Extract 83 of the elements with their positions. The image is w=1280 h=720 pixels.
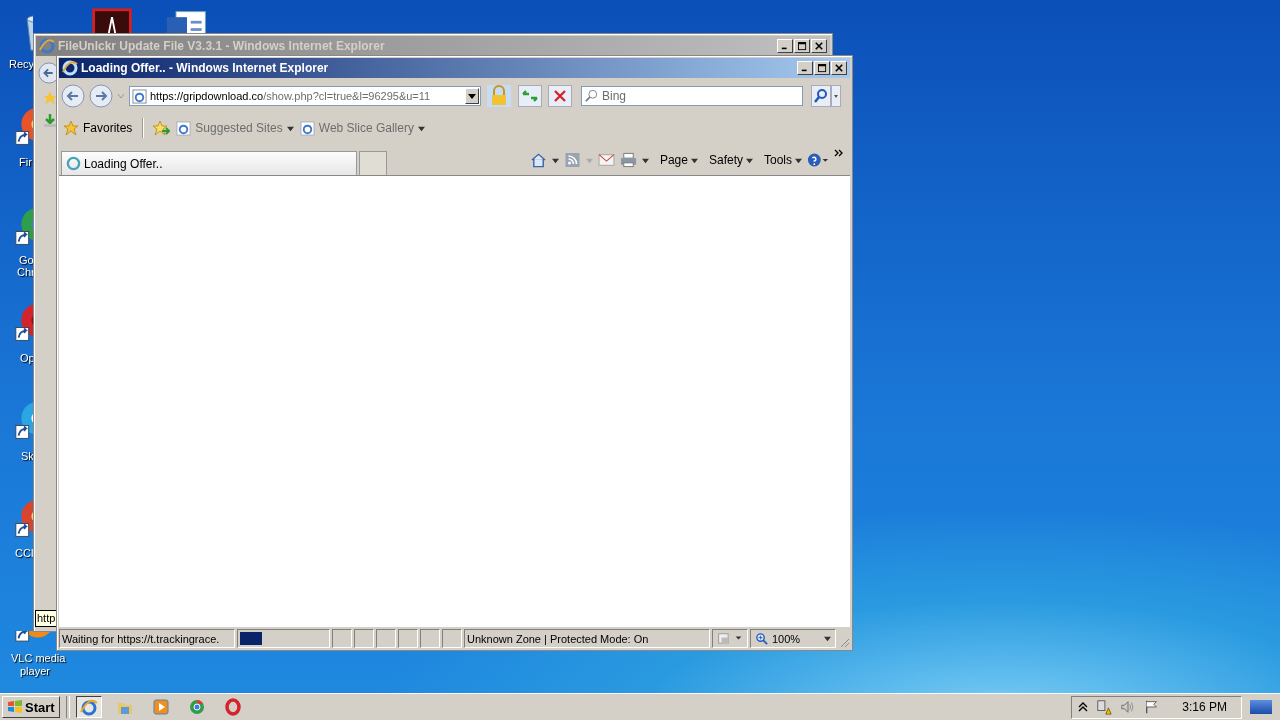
page-icon [299, 120, 315, 136]
status-pane [332, 629, 352, 648]
download-arrow-icon[interactable] [42, 112, 58, 128]
zoom-icon [755, 632, 768, 645]
status-pane [420, 629, 440, 648]
caret-icon [746, 156, 753, 164]
maximize-icon [817, 63, 827, 73]
play-icon [151, 698, 170, 716]
word-document-icon[interactable] [165, 8, 209, 33]
browser-logo-icon [39, 38, 55, 54]
favorites-link[interactable]: Web Slice Gallery [299, 120, 425, 136]
loading-icon [66, 156, 81, 171]
refresh-icon[interactable] [517, 85, 543, 107]
menu-button[interactable]: Page [659, 153, 698, 167]
close-button[interactable] [811, 39, 827, 53]
print-icon[interactable] [619, 152, 637, 168]
star-icon [63, 120, 79, 136]
minimize-button[interactable] [777, 39, 793, 53]
chevron-icon[interactable] [834, 149, 844, 157]
security-zone-icon[interactable] [712, 629, 748, 648]
browser-icon [79, 698, 98, 716]
caret-icon [690, 156, 698, 164]
windows-logo-icon [7, 699, 23, 715]
status-pane [398, 629, 418, 648]
browser-icon [187, 698, 206, 716]
help-icon[interactable] [807, 152, 829, 168]
add-favorite-icon[interactable] [152, 120, 171, 136]
page-icon [132, 88, 147, 104]
caret-icon [824, 635, 831, 642]
browser-icon [223, 698, 242, 716]
search-field[interactable]: Bing [581, 86, 803, 106]
home-icon[interactable] [529, 152, 547, 168]
menu-button[interactable]: Safety [708, 153, 753, 167]
icon-label: Sk [21, 450, 34, 463]
caret-icon[interactable] [641, 156, 649, 164]
search-icon [584, 89, 598, 103]
close-icon [815, 42, 823, 50]
network-warning-icon[interactable] [1096, 699, 1113, 715]
status-pane [442, 629, 462, 648]
address-field[interactable]: https://gripdownload.co/show.php?cl=true&l=96295&u=11 [129, 86, 481, 106]
zoom-button[interactable]: 100% [750, 629, 836, 648]
tooltip: http [35, 610, 58, 627]
stop-icon[interactable] [547, 85, 573, 107]
browser-logo-icon [62, 60, 78, 76]
close-button[interactable] [831, 61, 847, 75]
caret-icon[interactable] [551, 156, 559, 164]
close-icon [835, 64, 843, 72]
maximize-icon [797, 41, 807, 51]
icon-label: Go [19, 254, 34, 267]
window-title: Loading Offer.. - Windows Internet Explorer [81, 61, 330, 75]
status-pane [376, 629, 396, 648]
caret-icon [468, 92, 476, 100]
clock[interactable]: 3:16 PM [1182, 700, 1227, 714]
status-text: Waiting for https://t.trackingrace. [59, 629, 235, 648]
page-icon [176, 120, 192, 136]
mail-icon[interactable] [597, 152, 615, 168]
menu-button[interactable]: Tools [764, 153, 802, 167]
caret-icon [795, 156, 802, 164]
caret-icon [286, 124, 294, 132]
status-pane [354, 629, 374, 648]
favorites-button[interactable]: Favorites [61, 120, 135, 136]
search-button-icon[interactable] [811, 85, 831, 107]
icon-label: CCl [15, 547, 34, 560]
icon-label: Fir [19, 156, 32, 169]
window-title: FileUnlckr Update File V3.3.1 - Windows Internet Explorer [58, 39, 386, 53]
zone-text: Unknown Zone | Protected Mode: On [464, 629, 710, 648]
pdf-file-icon[interactable] [90, 8, 134, 33]
resize-grip-icon[interactable] [838, 636, 850, 648]
forward-button-icon[interactable] [89, 84, 113, 108]
icon-label: Chr [17, 266, 35, 279]
favorites-link[interactable]: Suggested Sites [176, 120, 294, 136]
browser-tab[interactable]: Loading Offer.. [61, 151, 357, 175]
icon-label: VLC media [11, 652, 66, 665]
start-button[interactable]: Start [2, 696, 60, 718]
dropdown-button[interactable] [465, 88, 479, 104]
taskbar-app-button[interactable] [75, 696, 102, 718]
icon-label: Recy [9, 58, 35, 71]
star-icon[interactable] [42, 90, 58, 106]
minimize-button[interactable] [797, 61, 813, 75]
icon-label: player [20, 665, 50, 678]
maximize-button[interactable] [794, 39, 810, 53]
maximize-button[interactable] [814, 61, 830, 75]
caret-icon [417, 124, 425, 132]
